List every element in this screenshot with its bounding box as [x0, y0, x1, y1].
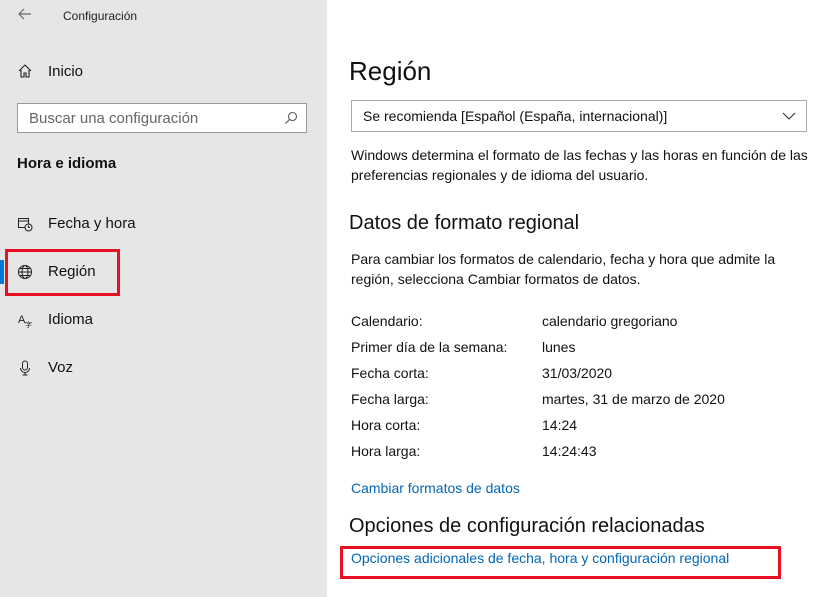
format-row-key: Primer día de la semana:: [351, 339, 508, 355]
change-formats-link[interactable]: Cambiar formatos de datos: [351, 480, 520, 496]
format-row-key: Hora corta:: [351, 417, 421, 433]
format-row-value: 14:24:43: [542, 443, 597, 459]
format-row: Hora larga: 14:24:43: [351, 443, 811, 465]
section-title: Hora e idioma: [17, 155, 117, 172]
format-row-key: Fecha corta:: [351, 365, 429, 381]
format-dropdown[interactable]: Se recomienda [Español (España, internac…: [351, 100, 807, 132]
sidebar-item-voz[interactable]: Voz: [0, 348, 327, 388]
format-row: Fecha larga: martes, 31 de marzo de 2020: [351, 391, 811, 413]
svg-text:字: 字: [25, 320, 32, 328]
search-placeholder: Buscar una configuración: [29, 110, 199, 127]
format-row-value: 14:24: [542, 417, 578, 433]
sidebar-item-idioma[interactable]: A字 Idioma: [0, 300, 327, 340]
format-row: Fecha corta: 31/03/2020: [351, 365, 811, 387]
related-heading: Opciones de configuración relacionadas: [349, 515, 705, 537]
back-button[interactable]: [14, 6, 36, 26]
calendar-clock-icon: [18, 218, 33, 232]
sidebar-item-label: Fecha y hora: [48, 215, 136, 232]
search-input[interactable]: Buscar una configuración: [17, 103, 307, 133]
format-row-key: Calendario:: [351, 313, 423, 329]
microphone-icon: [20, 360, 30, 376]
sidebar: Configuración Inicio Buscar una configur…: [0, 0, 327, 597]
title-bar: Configuración: [0, 0, 327, 32]
format-row: Hora corta: 14:24: [351, 417, 811, 439]
sidebar-item-label: Voz: [48, 359, 74, 376]
format-description: Windows determina el formato de las fech…: [351, 147, 808, 183]
nav-home-label: Inicio: [48, 63, 84, 80]
main-content: Región Se recomienda [Español (España, i…: [327, 0, 831, 597]
regional-heading: Datos de formato regional: [349, 212, 580, 234]
format-row: Primer día de la semana: lunes: [351, 339, 811, 361]
language-icon: A字: [18, 314, 32, 328]
app-title: Configuración: [63, 9, 138, 23]
format-row-value: lunes: [542, 339, 576, 355]
page-title: Región: [349, 56, 432, 86]
active-indicator: [0, 260, 4, 284]
highlight-box: [340, 546, 781, 579]
sidebar-item-label: Idioma: [48, 311, 94, 328]
home-icon: [18, 64, 32, 78]
format-row-value: 31/03/2020: [542, 365, 613, 381]
format-row-key: Fecha larga:: [351, 391, 429, 407]
nav-home[interactable]: Inicio: [0, 54, 327, 90]
search-icon: [285, 111, 298, 124]
chevron-down-icon: [782, 112, 796, 120]
format-dropdown-value: Se recomienda [Español (España, internac…: [363, 108, 668, 124]
highlight-box: [5, 249, 120, 296]
format-row: Calendario: calendario gregoriano: [351, 313, 811, 335]
format-row-key: Hora larga:: [351, 443, 421, 459]
format-row-value: martes, 31 de marzo de 2020: [542, 391, 725, 407]
format-row-value: calendario gregoriano: [542, 313, 678, 329]
sidebar-item-fecha-y-hora[interactable]: Fecha y hora: [0, 204, 327, 244]
back-arrow-icon: [18, 8, 31, 20]
regional-description: Para cambiar los formatos de calendario,…: [351, 251, 776, 287]
